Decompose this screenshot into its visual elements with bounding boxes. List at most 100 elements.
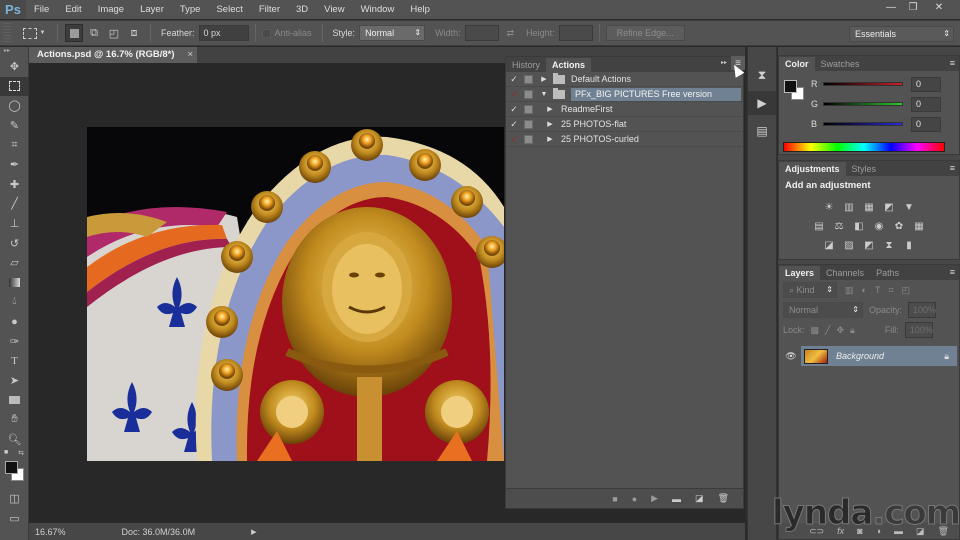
new-set-icon[interactable]: ▬	[672, 494, 681, 504]
trash-icon[interactable]: 🗑︎	[718, 493, 729, 504]
tab-layers[interactable]: Layers	[779, 266, 821, 280]
healing-brush-tool[interactable]: ✚	[0, 175, 29, 195]
status-menu-arrow-icon[interactable]: ▶	[251, 528, 256, 536]
lock-position-icon[interactable]: ✥	[836, 325, 844, 336]
action-row[interactable]: ✓ ▶ Default Actions	[506, 72, 743, 87]
collapse-panel-icon[interactable]: ▸▸	[721, 59, 727, 66]
menu-select[interactable]: Select	[208, 0, 250, 19]
brightness-contrast-icon[interactable]: ☀	[823, 201, 836, 214]
toggle-dialog-checkbox[interactable]	[524, 134, 533, 144]
swap-colors-icon[interactable]: ⇆	[18, 449, 24, 459]
menu-layer[interactable]: Layer	[132, 0, 172, 19]
pixel-filter-icon[interactable]: ▥	[845, 285, 854, 296]
action-row[interactable]: ✓ ▼ PFx_BIG PICTURES Free version	[506, 87, 743, 102]
screen-mode-button[interactable]: ▭	[0, 508, 29, 528]
dodge-tool[interactable]: ●	[0, 312, 29, 332]
levels-icon[interactable]: ▥	[843, 201, 856, 214]
exposure-icon[interactable]: ◩	[883, 201, 896, 214]
lock-all-icon[interactable]: 🔒︎	[850, 325, 855, 336]
black-white-icon[interactable]: ◧	[853, 220, 866, 233]
curves-icon[interactable]: ▦	[863, 201, 876, 214]
channel-value-input[interactable]: 0	[911, 76, 941, 92]
tab-swatches[interactable]: Swatches	[815, 57, 866, 71]
height-input[interactable]	[558, 25, 593, 41]
workspace-dropdown[interactable]: Essentials	[849, 26, 954, 42]
restore-button[interactable]: ❐	[902, 0, 924, 14]
opacity-input[interactable]: 100%	[908, 302, 936, 318]
close-document-icon[interactable]: ×	[187, 47, 193, 63]
zoom-tool[interactable]: 🔍︎	[0, 429, 29, 449]
new-action-icon[interactable]: ◪	[695, 493, 704, 504]
filter-kind-dropdown[interactable]: ⌕ Kind	[783, 282, 837, 298]
minimize-button[interactable]: —	[880, 0, 902, 14]
quick-mask-button[interactable]: ◫	[0, 489, 29, 509]
menu-type[interactable]: Type	[172, 0, 209, 19]
pen-tool[interactable]: ✑	[0, 331, 29, 351]
close-window-button[interactable]: ✕	[924, 0, 954, 14]
foreground-swatch[interactable]	[784, 80, 797, 93]
channel-value-input[interactable]: 0	[911, 96, 941, 112]
action-row[interactable]: ✓ ▶ 25 PHOTOS-curled	[506, 132, 743, 147]
feather-input[interactable]: 0 px	[198, 25, 249, 41]
move-tool[interactable]: ✥	[0, 57, 29, 77]
crop-tool[interactable]: ⌗	[0, 135, 29, 155]
channel-value-input[interactable]: 0	[911, 116, 941, 132]
menu-window[interactable]: Window	[353, 0, 403, 19]
toggle-item-checkbox[interactable]: ✓	[506, 119, 522, 130]
expanded-triangle-icon[interactable]: ▼	[539, 91, 549, 98]
smartobject-filter-icon[interactable]: ◰	[902, 285, 911, 296]
shape-filter-icon[interactable]: ⌗	[888, 285, 893, 296]
hand-tool[interactable]: ✋︎	[0, 410, 29, 430]
color-spectrum[interactable]	[783, 142, 945, 152]
action-row[interactable]: ✓ ▶ ReadmeFirst	[506, 102, 743, 117]
menu-filter[interactable]: Filter	[251, 0, 288, 19]
eye-visibility-icon[interactable]: 👁︎	[781, 351, 801, 362]
channel-slider[interactable]	[823, 122, 903, 126]
tab-history[interactable]: History	[506, 58, 546, 72]
layers-panel-menu-icon[interactable]: ≡	[950, 267, 955, 277]
clone-stamp-tool[interactable]: ⊥	[0, 214, 29, 234]
invert-icon[interactable]: ◪	[823, 239, 836, 252]
play-icon[interactable]: ▶	[651, 493, 658, 504]
photo-filter-icon[interactable]: ◉	[873, 220, 886, 233]
menu-image[interactable]: Image	[90, 0, 132, 19]
collapsed-triangle-icon[interactable]: ▶	[545, 105, 555, 113]
layer-row-background[interactable]: 👁︎ Background 🔒︎	[781, 346, 957, 366]
properties-panel-button[interactable]: ▤	[748, 119, 776, 143]
selective-color-icon[interactable]: ⧗	[883, 239, 896, 252]
posterize-icon[interactable]: ▨	[843, 239, 856, 252]
tab-adjustments[interactable]: Adjustments	[779, 162, 846, 176]
layer-item[interactable]: Background 🔒︎	[801, 346, 957, 366]
gradient-map-icon[interactable]: ▮	[903, 239, 916, 252]
blend-mode-dropdown[interactable]: Normal	[783, 302, 863, 318]
zoom-level[interactable]: 16.67%	[35, 527, 66, 537]
toggle-dialog-checkbox[interactable]	[524, 104, 533, 114]
menu-view[interactable]: View	[316, 0, 352, 19]
document-tab[interactable]: Actions.psd @ 16.7% (RGB/8*) ×	[29, 47, 197, 63]
collapsed-triangle-icon[interactable]: ▶	[545, 120, 555, 128]
tab-actions[interactable]: Actions	[546, 58, 592, 72]
eyedropper-tool[interactable]: ✒	[0, 155, 29, 175]
menu-help[interactable]: Help	[402, 0, 438, 19]
color-balance-icon[interactable]: ⚖	[833, 220, 846, 233]
actions-panel-button[interactable]: ▶	[748, 91, 776, 115]
path-selection-tool[interactable]: ➤	[0, 371, 29, 391]
toggle-item-checkbox[interactable]: ✓	[506, 89, 522, 100]
toggle-item-checkbox[interactable]: ✓	[506, 134, 522, 145]
channel-slider[interactable]	[823, 82, 903, 86]
brush-tool[interactable]: ╱	[0, 194, 29, 214]
action-row[interactable]: ✓ ▶ 25 PHOTOS-flat	[506, 117, 743, 132]
toggle-dialog-checkbox[interactable]	[524, 74, 533, 84]
menu-edit[interactable]: Edit	[57, 0, 89, 19]
new-selection-button[interactable]	[65, 24, 83, 42]
swap-dimensions-icon[interactable]: ⇄	[507, 28, 515, 39]
collapsed-triangle-icon[interactable]: ▶	[539, 75, 549, 83]
document-image[interactable]	[87, 127, 504, 461]
toggle-item-checkbox[interactable]: ✓	[506, 74, 522, 85]
lasso-tool[interactable]: ◯	[0, 96, 29, 116]
quick-selection-tool[interactable]: ✎	[0, 116, 29, 136]
record-icon[interactable]: ●	[632, 494, 637, 504]
stop-icon[interactable]: ■	[612, 494, 617, 504]
tab-channels[interactable]: Channels	[820, 266, 870, 280]
collapsed-triangle-icon[interactable]: ▶	[545, 135, 555, 143]
